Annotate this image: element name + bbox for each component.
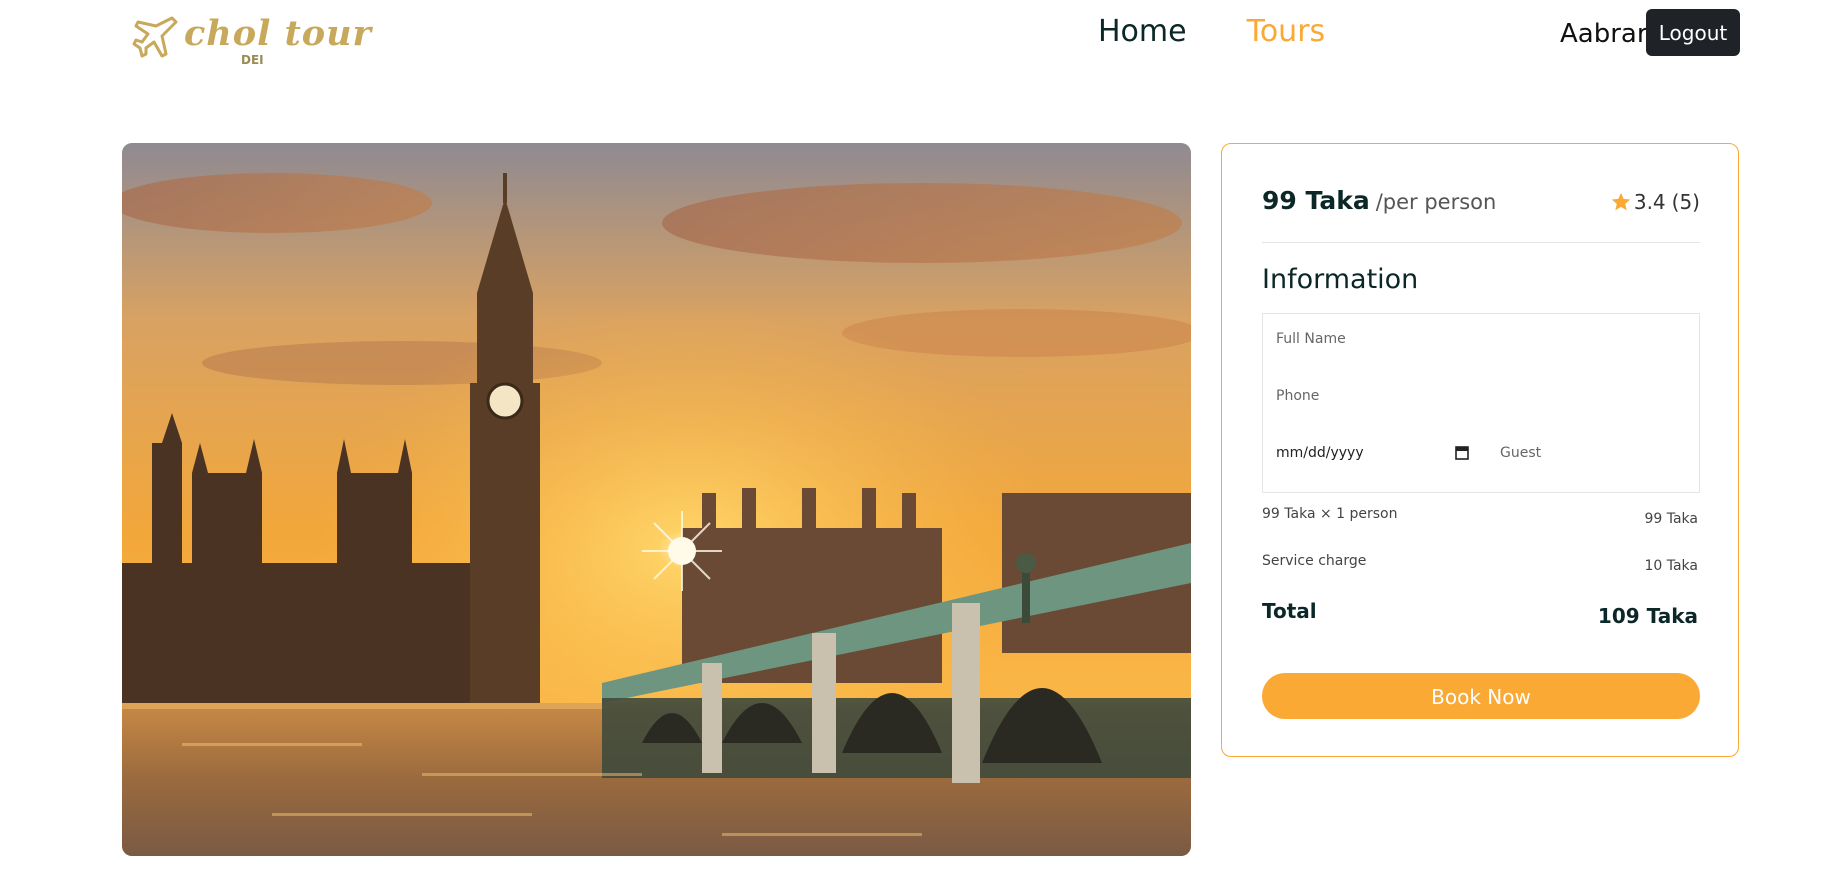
rating-value: 3.4 <box>1633 190 1666 214</box>
booking-card: 99 Taka/per person 3.4 (5) Information F… <box>1221 143 1739 757</box>
booking-form: Full Name Phone mm/dd/yyyy Guest <box>1262 313 1700 493</box>
rating: 3.4 (5) <box>1610 190 1700 214</box>
nav-home-link[interactable]: Home <box>1098 12 1187 52</box>
information-heading: Information <box>1262 264 1419 295</box>
tour-photo <box>122 143 1191 856</box>
per-person-label: /per person <box>1375 190 1497 214</box>
total-label: Total <box>1262 599 1317 623</box>
book-now-button[interactable]: Book Now <box>1262 673 1700 719</box>
logo-subtitle: DEI <box>241 53 264 67</box>
divider <box>1262 242 1700 243</box>
username: Aabrar <box>1560 19 1648 49</box>
price-row: 99 Taka/per person 3.4 (5) <box>1262 186 1700 226</box>
price: 99 Taka/per person <box>1262 186 1496 215</box>
subtotal-value: 99 Taka <box>1644 511 1698 527</box>
date-input[interactable]: mm/dd/yyyy <box>1276 445 1364 461</box>
logout-button[interactable]: Logout <box>1646 9 1740 56</box>
full-name-input[interactable]: Full Name <box>1276 331 1346 347</box>
main-nav: Home Tours <box>1098 12 1325 52</box>
total-value: 109 Taka <box>1597 604 1698 628</box>
price-times-guests: 99 Taka × 1 person <box>1262 506 1398 522</box>
review-count: (5) <box>1671 190 1700 214</box>
guest-input[interactable]: Guest <box>1500 445 1541 461</box>
phone-input[interactable]: Phone <box>1276 388 1319 404</box>
service-charge-value: 10 Taka <box>1644 558 1698 574</box>
calendar-icon[interactable] <box>1455 445 1469 460</box>
logo-text: chol tour <box>184 13 372 54</box>
nav-tours-link[interactable]: Tours <box>1247 12 1326 52</box>
site-header: chol tour DEI Home Tours Aabrar Logout <box>0 0 1848 70</box>
logo[interactable]: chol tour DEI <box>132 10 371 68</box>
price-amount: 99 Taka <box>1262 186 1370 215</box>
service-charge-label: Service charge <box>1262 553 1367 569</box>
airplane-icon <box>132 16 178 58</box>
star-icon <box>1611 192 1631 211</box>
